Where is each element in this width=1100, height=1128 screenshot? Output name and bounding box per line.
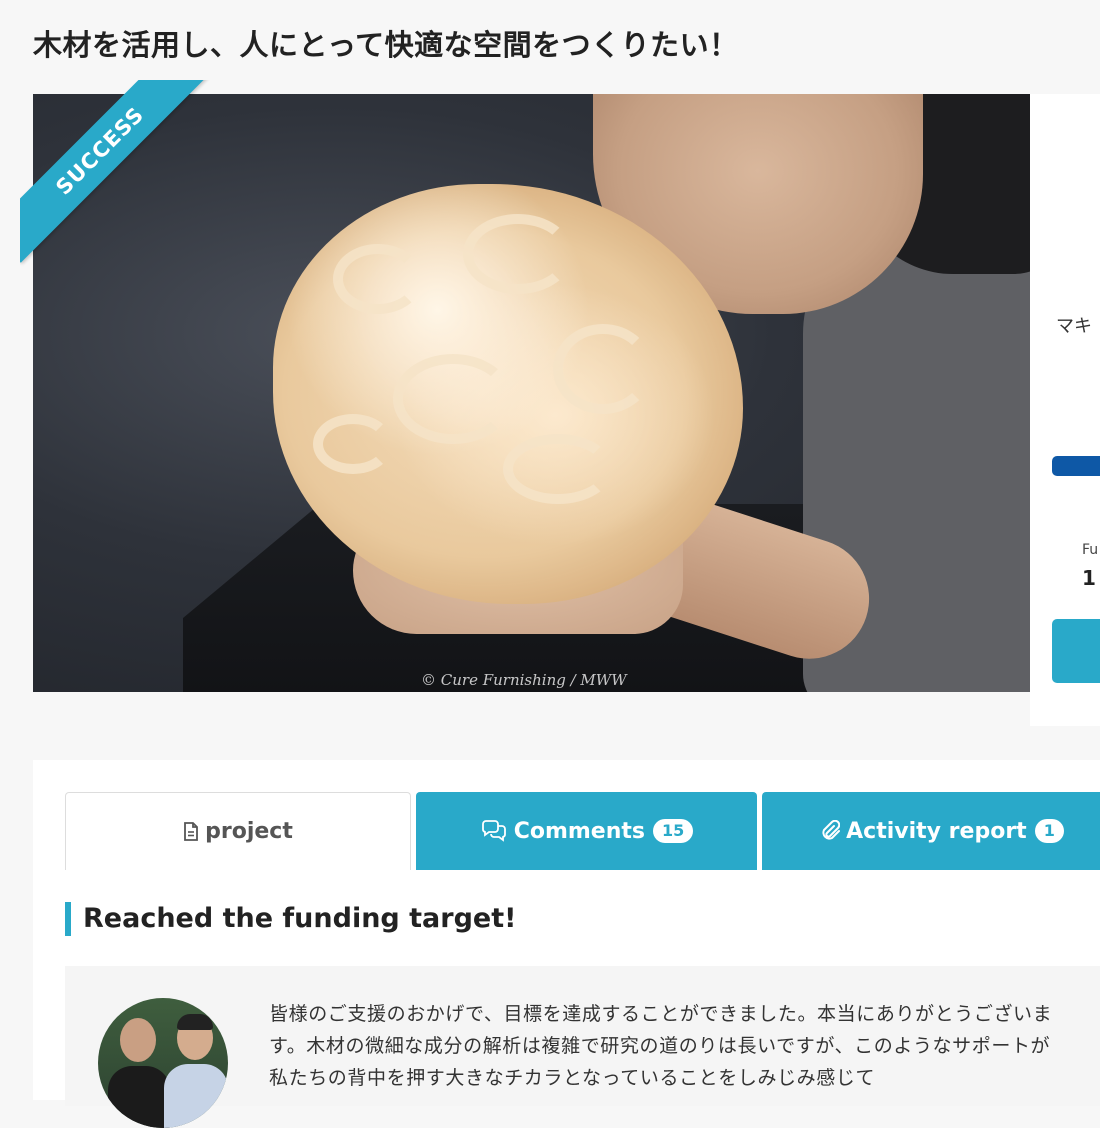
project-owner-name[interactable]: マキ	[1056, 312, 1092, 338]
photo-shaving-curl	[333, 244, 423, 314]
success-ribbon: SUCCESS	[20, 80, 230, 290]
section-heading: Reached the funding target!	[65, 902, 516, 936]
photo-shaving-curl	[313, 414, 393, 474]
document-icon	[184, 822, 199, 841]
funding-progress-bar	[1052, 456, 1100, 476]
page-title: 木材を活用し、人にとって快適な空間をつくりたい！	[33, 28, 739, 62]
avatar-person	[108, 1018, 170, 1128]
project-content-card: project Comments 15 Activity report 1 Re…	[33, 760, 1100, 1128]
photo-shaving-curl	[463, 214, 573, 294]
comments-count-badge: 15	[653, 819, 694, 843]
comments-icon	[481, 820, 506, 842]
tab-comments[interactable]: Comments 15	[416, 792, 757, 870]
support-button[interactable]	[1052, 619, 1100, 683]
owner-message-box: 皆様のご支援のおかげで、目標を達成することができました。本当にありがとうございま…	[65, 966, 1100, 1128]
success-ribbon-label: SUCCESS	[20, 80, 212, 263]
photo-shaving-curl	[553, 324, 653, 414]
avatar	[98, 998, 228, 1128]
tab-comments-label: Comments	[513, 818, 646, 844]
funding-label: Fu	[1082, 542, 1099, 558]
tab-activity-report-label: Activity report	[846, 818, 1027, 844]
tab-project[interactable]: project	[65, 792, 411, 870]
photo-shaving-curl	[393, 354, 513, 444]
funding-value: 1	[1082, 566, 1096, 590]
activity-report-count-badge: 1	[1034, 819, 1064, 843]
paperclip-icon	[822, 820, 841, 840]
tab-activity-report[interactable]: Activity report 1	[762, 792, 1100, 870]
tab-project-label: project	[205, 819, 293, 844]
funding-side-panel: マキ Fu 1	[1030, 94, 1100, 726]
photo-shaving-curl	[503, 434, 613, 504]
owner-message-text: 皆様のご支援のおかげで、目標を達成することができました。本当にありがとうございま…	[269, 1003, 1053, 1089]
photo-credit: © Cure Furnishing / MWW	[421, 671, 627, 689]
avatar-person	[164, 1014, 228, 1128]
